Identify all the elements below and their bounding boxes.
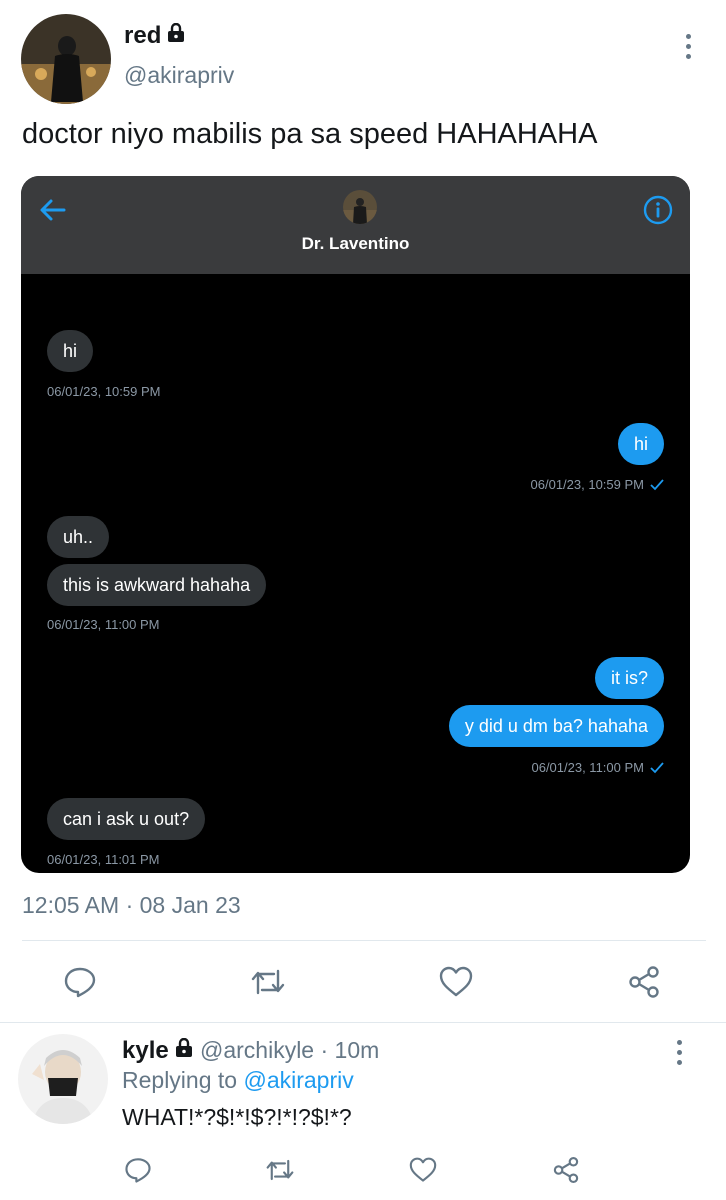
- retweet-icon[interactable]: [262, 1152, 298, 1188]
- reply-time: · 10m: [320, 1037, 380, 1063]
- reply-author-name-text: kyle: [122, 1037, 169, 1064]
- attached-image[interactable]: Dr. Laventino hi 06/01/23, 10:59 PM hi 0…: [21, 176, 690, 873]
- reply-handle-text: @archikyle: [200, 1037, 315, 1063]
- read-check-icon: [650, 478, 664, 490]
- reply-icon[interactable]: [120, 1152, 156, 1188]
- message-bubble: uh..: [47, 516, 110, 558]
- message-bubble: y did u dm ba? hahaha: [448, 705, 664, 747]
- retweet-icon[interactable]: [248, 962, 288, 1002]
- author-avatar[interactable]: [21, 14, 111, 104]
- message-timestamp: 06/01/23, 11:00 PM: [531, 760, 664, 775]
- replying-to: Replying to @akirapriv: [122, 1067, 354, 1094]
- replying-prefix: Replying to: [122, 1067, 238, 1093]
- like-icon[interactable]: [405, 1152, 441, 1188]
- read-check-icon: [650, 761, 664, 773]
- author-name-text: red: [124, 22, 162, 49]
- message-bubble: this is awkward hahaha: [47, 564, 267, 606]
- reply-text: WHAT!*?$!*!$?!*!?$!*?: [122, 1104, 352, 1130]
- share-icon[interactable]: [624, 962, 664, 1002]
- replying-to-link[interactable]: @akirapriv: [243, 1067, 353, 1093]
- reply-icon[interactable]: [60, 962, 100, 1002]
- back-arrow-icon: [37, 194, 69, 231]
- dm-header: Dr. Laventino: [21, 176, 690, 274]
- divider: [0, 1022, 726, 1023]
- dm-contact-name: Dr. Laventino: [301, 234, 410, 253]
- share-icon[interactable]: [548, 1152, 584, 1188]
- tweet-timestamp[interactable]: 12:05 AM · 08 Jan 23: [22, 892, 241, 919]
- message-timestamp: 06/01/23, 10:59 PM: [531, 477, 664, 492]
- message-bubble: can i ask u out?: [47, 798, 206, 840]
- tweet-text: doctor niyo mabilis pa sa speed HAHAHAHA: [22, 118, 598, 150]
- reply-author-handle[interactable]: @archikyle · 10m: [200, 1037, 379, 1064]
- contact-avatar: [343, 190, 377, 224]
- author-handle[interactable]: @akirapriv: [124, 62, 234, 89]
- lock-icon: [175, 1037, 193, 1065]
- like-icon[interactable]: [436, 962, 476, 1002]
- message-timestamp: 06/01/23, 11:00 PM: [47, 617, 160, 632]
- divider: [22, 940, 706, 941]
- message-timestamp: 06/01/23, 10:59 PM: [47, 384, 161, 399]
- message-timestamp: 06/01/23, 11:01 PM: [47, 852, 160, 867]
- message-bubble: hi: [47, 330, 94, 372]
- reply-author-name[interactable]: kyle: [122, 1037, 193, 1065]
- more-vertical-icon[interactable]: [677, 1040, 682, 1065]
- message-bubble: hi: [617, 423, 664, 465]
- author-name[interactable]: red: [124, 22, 185, 50]
- more-vertical-icon[interactable]: [686, 34, 691, 59]
- info-icon: [642, 194, 674, 231]
- reply-author-avatar[interactable]: [18, 1034, 108, 1124]
- message-bubble: it is?: [594, 657, 664, 699]
- lock-icon: [167, 22, 185, 50]
